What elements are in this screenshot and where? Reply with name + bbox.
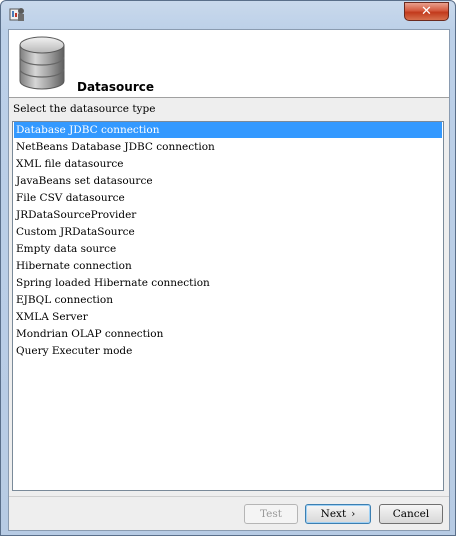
cancel-button-label: Cancel — [392, 508, 430, 520]
test-button[interactable]: Test — [244, 504, 298, 524]
next-button-label: Next — [320, 508, 347, 520]
test-button-label: Test — [259, 508, 282, 520]
header-panel: Datasource — [9, 30, 449, 98]
list-item[interactable]: JavaBeans set datasource — [14, 173, 442, 189]
cancel-button[interactable]: Cancel — [379, 504, 443, 524]
list-item[interactable]: Hibernate connection — [14, 258, 442, 274]
list-item[interactable]: NetBeans Database JDBC connection — [14, 139, 442, 155]
next-button[interactable]: Next › — [305, 504, 371, 524]
datasource-type-label: Select the datasource type — [13, 103, 156, 115]
header-title: Datasource — [77, 80, 154, 94]
body-panel: Select the datasource type Database JDBC… — [9, 98, 449, 530]
database-icon — [19, 36, 65, 90]
list-item[interactable]: Query Executer mode — [14, 343, 442, 359]
list-item[interactable]: Custom JRDataSource — [14, 224, 442, 240]
list-item[interactable]: XML file datasource — [14, 156, 442, 172]
close-button[interactable]: ✕ — [404, 2, 449, 21]
dialog-content: Datasource Select the datasource type Da… — [8, 29, 450, 531]
dialog-window: ✕ Datasource Select the datasource type … — [0, 0, 456, 536]
list-item[interactable]: File CSV datasource — [14, 190, 442, 206]
list-item[interactable]: Mondrian OLAP connection — [14, 326, 442, 342]
title-bar[interactable]: ✕ — [1, 1, 455, 27]
list-item[interactable]: Database JDBC connection — [14, 122, 442, 138]
list-item[interactable]: EJBQL connection — [14, 292, 442, 308]
chevron-right-icon: › — [351, 508, 356, 520]
list-item[interactable]: Spring loaded Hibernate connection — [14, 275, 442, 291]
list-item[interactable]: JRDataSourceProvider — [14, 207, 442, 223]
list-item[interactable]: XMLA Server — [14, 309, 442, 325]
footer-divider — [9, 496, 449, 497]
datasource-type-list[interactable]: Database JDBC connection NetBeans Databas… — [12, 121, 444, 491]
app-icon — [9, 8, 24, 21]
close-icon: ✕ — [421, 4, 432, 19]
list-item[interactable]: Empty data source — [14, 241, 442, 257]
